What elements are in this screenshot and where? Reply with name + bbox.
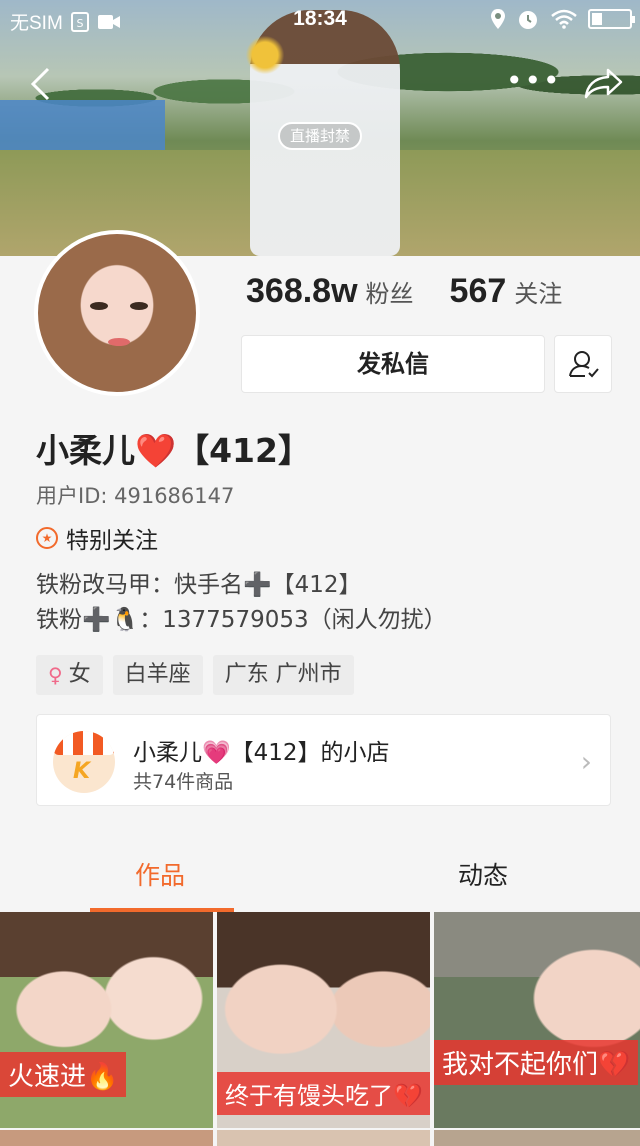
- shop-item-count: 共74件商品: [133, 771, 234, 793]
- special-follow[interactable]: ★ 特别关注: [36, 521, 158, 555]
- shop-title: 小柔儿💗【412】的小店: [133, 740, 390, 766]
- chevron-right-icon: ›: [580, 745, 592, 778]
- share-arrow-icon: [584, 68, 623, 99]
- female-icon: ♀: [48, 663, 63, 687]
- tag-gender: ♀ 女: [36, 655, 103, 695]
- tag-location: 广东 广州市: [212, 655, 354, 695]
- back-button[interactable]: [28, 66, 58, 102]
- tab-works[interactable]: 作品: [135, 856, 185, 892]
- thumbnail-caption: 我对不起你们💔: [434, 1040, 639, 1085]
- status-bar: 无SIM S 18:34: [0, 0, 640, 38]
- alarm-icon: [519, 11, 537, 29]
- share-button[interactable]: [584, 66, 624, 100]
- work-thumbnail-next-row[interactable]: [0, 1130, 213, 1146]
- bio-line-1: 铁粉改马甲：快手名➕【412】: [36, 572, 362, 598]
- tag-constellation: 白羊座: [112, 655, 203, 695]
- following-count[interactable]: 567: [450, 272, 507, 311]
- fans-label[interactable]: 粉丝: [366, 274, 414, 309]
- star-icon: ★: [36, 527, 58, 549]
- wifi-icon: [551, 9, 577, 29]
- avatar-eye-right: [130, 302, 148, 310]
- following-label[interactable]: 关注: [514, 274, 562, 309]
- profile-tags: ♀ 女 白羊座 广东 广州市: [36, 655, 354, 695]
- tab-dynamic[interactable]: 动态: [458, 856, 508, 892]
- work-thumbnail[interactable]: 终于有馒头吃了💔: [217, 912, 430, 1128]
- fans-count[interactable]: 368.8w: [246, 272, 358, 311]
- work-thumbnail[interactable]: 我对不起你们💔: [434, 912, 640, 1128]
- thumbnail-caption: 火速进🔥: [0, 1052, 127, 1097]
- shop-logo-letter: K: [73, 759, 91, 784]
- work-thumbnail-next-row[interactable]: [434, 1130, 640, 1146]
- thumbnail-caption: 终于有馒头吃了💔: [217, 1072, 430, 1115]
- chevron-left-icon: [30, 67, 50, 101]
- cover-flowers: [240, 35, 290, 75]
- user-id: 用户ID: 491686147: [36, 484, 235, 508]
- user-bio: 铁粉改马甲：快手名➕【412】 铁粉➕🐧：1377579053（闲人勿扰）: [36, 568, 447, 638]
- tag-constellation-label: 白羊座: [124, 662, 191, 687]
- shop-logo-icon: K: [53, 731, 115, 793]
- tag-location-label: 广东 广州市: [224, 662, 342, 687]
- work-thumbnail[interactable]: 火速进🔥: [0, 912, 213, 1128]
- live-ban-badge: 直播封禁: [278, 122, 363, 150]
- send-message-button[interactable]: 发私信: [241, 335, 545, 393]
- shop-awning: [53, 731, 115, 755]
- avatar-lip: [108, 338, 130, 346]
- user-name: 小柔儿❤️【412】: [36, 431, 311, 470]
- content-tabs: 作品 动态: [0, 840, 640, 912]
- work-thumbnail-next-row[interactable]: [217, 1130, 430, 1146]
- avatar-eye-left: [90, 302, 108, 310]
- user-check-icon: [569, 351, 599, 378]
- bio-line-2: 铁粉➕🐧：1377579053（闲人勿扰）: [36, 607, 447, 633]
- shop-card[interactable]: K 小柔儿💗【412】的小店 共74件商品 ›: [36, 714, 611, 806]
- follow-status-button[interactable]: [554, 335, 612, 393]
- works-grid: 火速进🔥 终于有馒头吃了💔 我对不起你们💔: [0, 912, 640, 1146]
- avatar[interactable]: [34, 230, 200, 396]
- more-button[interactable]: •••: [506, 64, 562, 97]
- profile-stats: 368.8w 粉丝 567 关注: [246, 272, 598, 311]
- battery-icon: [588, 9, 635, 29]
- special-follow-label: 特别关注: [66, 528, 158, 554]
- tag-gender-label: 女: [68, 662, 91, 687]
- location-icon: [491, 9, 505, 29]
